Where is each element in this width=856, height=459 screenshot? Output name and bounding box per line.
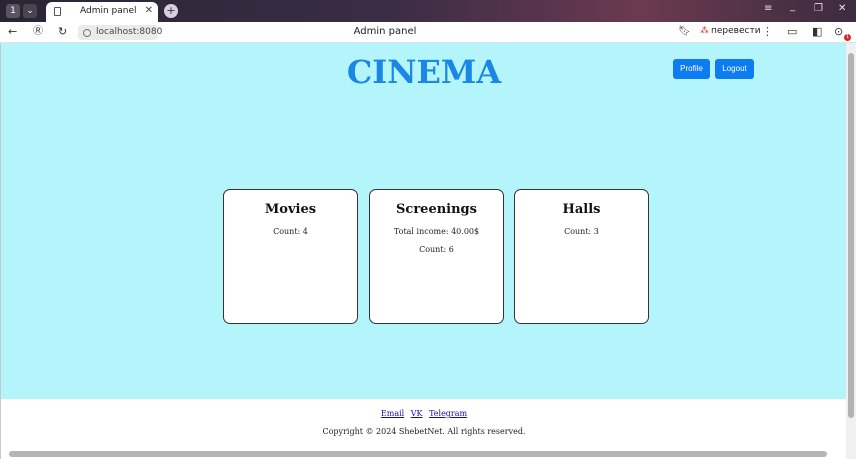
scrollbar-thumb[interactable] <box>848 53 854 418</box>
downloads-icon[interactable]: ⊙ <box>834 25 843 39</box>
profile-button[interactable]: Profile <box>673 59 710 79</box>
browser-tab-bar: 1 ⌄ Admin panel ✕ + ≡ _ ❐ ✕ <box>0 0 856 22</box>
page-footer: Email VK Telegram Copyright © 2024 Shebe… <box>1 399 846 459</box>
card-title: Movies <box>264 202 317 217</box>
browser-toolbar: ← Ⓡ ↻ localhost:8080 Admin panel 🔖︎ ⁂ пер… <box>0 22 856 43</box>
tab-title: Admin panel <box>80 6 137 16</box>
logout-button[interactable]: Logout <box>715 59 754 79</box>
close-window-icon[interactable]: ✕ <box>838 3 846 14</box>
halls-count: Count: 3 <box>564 227 599 236</box>
total-income: Total income: 40.00$ <box>393 227 480 236</box>
main-section: CINEMA Profile Logout Movies Count: 4 Sc… <box>1 43 846 399</box>
tab-close-icon[interactable]: ✕ <box>145 5 153 16</box>
more-options-icon[interactable]: ⋮ <box>762 25 773 39</box>
tab-counter[interactable]: 1 <box>6 4 20 18</box>
site-info-icon[interactable] <box>83 29 91 37</box>
document-icon <box>54 7 61 16</box>
menu-icon[interactable]: ≡ <box>764 3 772 14</box>
tab-list-chevron-icon[interactable]: ⌄ <box>23 4 37 18</box>
movies-count: Count: 4 <box>273 227 308 236</box>
screenings-count: Count: 6 <box>419 245 454 254</box>
movies-card[interactable]: Movies Count: 4 <box>223 189 358 324</box>
halls-card[interactable]: Halls Count: 3 <box>514 189 649 324</box>
card-title: Screenings <box>396 202 477 217</box>
restore-icon[interactable]: ❐ <box>814 3 823 14</box>
yandex-icon[interactable]: Ⓡ <box>33 25 43 39</box>
horizontal-scrollbar[interactable] <box>9 451 827 457</box>
bookmark-icon[interactable]: 🔖︎ <box>678 25 691 39</box>
address-bar[interactable]: localhost:8080 <box>78 25 162 40</box>
screenings-card[interactable]: Screenings Total income: 40.00$ Count: 6 <box>369 189 504 324</box>
reload-icon[interactable]: ↻ <box>58 25 67 39</box>
vertical-scrollbar[interactable] <box>846 43 856 459</box>
back-icon[interactable]: ← <box>8 25 17 39</box>
password-icon[interactable]: ▭ <box>787 25 797 39</box>
page-viewport: CINEMA Profile Logout Movies Count: 4 Sc… <box>0 43 846 459</box>
card-title: Halls <box>562 202 601 217</box>
new-tab-button[interactable]: + <box>164 4 178 18</box>
email-link[interactable]: Email <box>381 409 404 418</box>
translate-icon: ⁂ <box>700 26 709 36</box>
telegram-link[interactable]: Telegram <box>429 409 467 418</box>
footer-links: Email VK Telegram <box>1 409 846 418</box>
translate-label: перевести <box>711 26 761 36</box>
tab-admin-panel[interactable]: Admin panel ✕ <box>46 2 158 22</box>
translate-button[interactable]: ⁂ перевести <box>700 26 761 36</box>
toolbar-page-title: Admin panel <box>353 26 417 37</box>
url-text: localhost:8080 <box>96 27 163 37</box>
notification-badge: 1 <box>844 34 851 41</box>
vk-link[interactable]: VK <box>411 409 423 418</box>
copyright-text: Copyright © 2024 ShebetNet. All rights r… <box>322 427 526 436</box>
minimize-icon[interactable]: _ <box>790 1 795 12</box>
extensions-icon[interactable]: ◧ <box>812 25 822 39</box>
